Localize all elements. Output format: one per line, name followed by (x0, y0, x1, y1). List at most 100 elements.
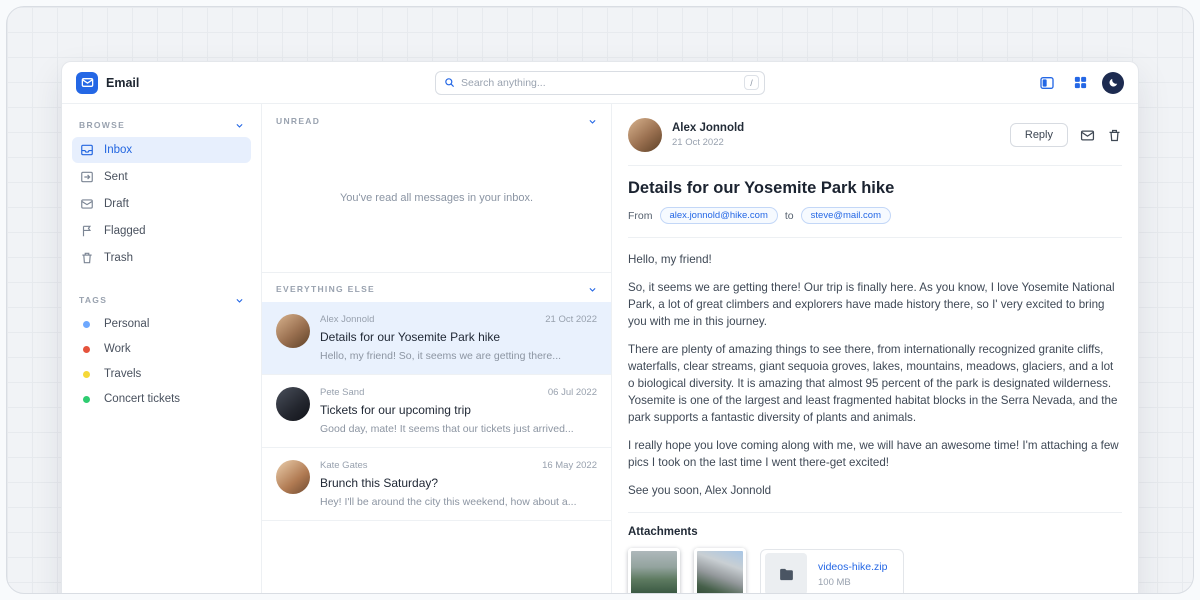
to-label: to (785, 210, 794, 222)
top-bar: Email / (62, 62, 1138, 104)
file-size: 100 MB (818, 577, 887, 588)
email-list-item[interactable]: Pete Sand 06 Jul 2022 Tickets for our up… (262, 375, 611, 448)
email-body-paragraph: There are plenty of amazing things to se… (628, 341, 1122, 426)
divider (628, 237, 1122, 238)
email-date: 16 May 2022 (542, 460, 597, 471)
email-subject: Tickets for our upcoming trip (320, 403, 597, 417)
email-sender: Pete Sand (320, 387, 364, 398)
email-subject-title: Details for our Yosemite Park hike (628, 179, 1122, 198)
email-preview: Good day, mate! It seems that our ticket… (320, 423, 597, 435)
chevron-down-icon (235, 121, 244, 130)
search-input[interactable] (461, 77, 738, 89)
sidebar-item-flagged[interactable]: Flagged (72, 218, 251, 244)
from-to-row: From alex.jonnold@hike.com to steve@mail… (628, 207, 1122, 224)
flag-icon (80, 224, 94, 238)
dark-mode-toggle[interactable] (1102, 72, 1124, 94)
folder-icon (765, 553, 807, 594)
email-logo-icon (76, 72, 98, 94)
email-actions: Reply (1010, 123, 1122, 147)
divider (628, 165, 1122, 166)
reply-button[interactable]: Reply (1010, 123, 1068, 147)
attachments-row: videos-hike.zip 100 MB (628, 548, 1122, 594)
tag-color-dot (83, 371, 90, 378)
email-list-item[interactable]: Alex Jonnold 21 Oct 2022 Details for our… (262, 302, 611, 375)
file-name: videos-hike.zip (818, 561, 887, 573)
trash-icon (80, 251, 94, 265)
sidebar-item-draft[interactable]: Draft (72, 191, 251, 217)
sidebar-item-label: Trash (104, 252, 133, 264)
email-app-window: Email / (61, 61, 1139, 594)
sender-name: Alex Jonnold (672, 122, 744, 134)
attachment-file-card[interactable]: videos-hike.zip 100 MB (760, 549, 904, 594)
tag-color-dot (83, 346, 90, 353)
browse-section-header: BROWSE (72, 116, 251, 136)
tag-item-travels[interactable]: Travels (72, 362, 251, 386)
mark-unread-button[interactable] (1080, 128, 1095, 143)
unread-collapse-button[interactable] (588, 117, 597, 126)
panel-toggle-button[interactable] (1036, 72, 1058, 94)
grid-icon (1073, 75, 1088, 90)
sender-info: Alex Jonnold 21 Oct 2022 (672, 122, 744, 148)
email-date: 21 Oct 2022 (545, 314, 597, 325)
email-sender: Alex Jonnold (320, 314, 374, 325)
email-subject: Brunch this Saturday? (320, 476, 597, 490)
tags-section: TAGS Personal Work (72, 291, 251, 411)
tags-collapse-button[interactable] (235, 296, 244, 305)
search-bar[interactable]: / (435, 71, 765, 95)
email-detail: Alex Jonnold 21 Oct 2022 Reply (612, 104, 1138, 594)
page-background: Email / (6, 6, 1194, 594)
tag-label: Personal (104, 318, 149, 330)
sidebar-item-label: Sent (104, 171, 128, 183)
sidebar: BROWSE Inbox (62, 104, 262, 594)
everything-else-section-header: EVERYTHING ELSE (262, 272, 611, 302)
from-email-chip[interactable]: alex.jonnold@hike.com (660, 207, 778, 224)
unread-empty-message: You've read all messages in your inbox. (262, 134, 611, 272)
tag-item-personal[interactable]: Personal (72, 312, 251, 336)
tags-label: TAGS (79, 295, 107, 305)
email-date: 06 Jul 2022 (548, 387, 597, 398)
everything-else-collapse-button[interactable] (588, 285, 597, 294)
from-label: From (628, 210, 653, 222)
brand: Email (76, 72, 139, 94)
search-shortcut-hint: / (744, 75, 759, 90)
tag-item-concert-tickets[interactable]: Concert tickets (72, 387, 251, 411)
avatar (628, 118, 662, 152)
panel-icon (1039, 75, 1055, 91)
email-body-paragraph: I really hope you love coming along with… (628, 437, 1122, 471)
tags-section-header: TAGS (72, 291, 251, 311)
email-summary: Kate Gates 16 May 2022 Brunch this Satur… (320, 460, 597, 508)
tag-item-work[interactable]: Work (72, 337, 251, 361)
to-email-chip[interactable]: steve@mail.com (801, 207, 891, 224)
email-detail-header: Alex Jonnold 21 Oct 2022 Reply (628, 118, 1122, 152)
apps-grid-button[interactable] (1069, 72, 1091, 94)
email-body-paragraph: See you soon, Alex Jonnold (628, 482, 1122, 499)
avatar (276, 460, 310, 494)
chevron-down-icon (235, 296, 244, 305)
chevron-down-icon (588, 285, 597, 294)
sent-icon (80, 170, 94, 184)
tag-color-dot (83, 396, 90, 403)
unread-section-header: UNREAD (262, 104, 611, 134)
attachment-image-1[interactable] (628, 548, 680, 594)
sidebar-item-trash[interactable]: Trash (72, 245, 251, 271)
envelope-icon (1080, 128, 1095, 143)
everything-else-label: EVERYTHING ELSE (276, 284, 375, 294)
delete-button[interactable] (1107, 128, 1122, 143)
sidebar-item-sent[interactable]: Sent (72, 164, 251, 190)
attachment-image-2[interactable] (694, 548, 746, 594)
sidebar-item-inbox[interactable]: Inbox (72, 137, 251, 163)
file-info: videos-hike.zip 100 MB (818, 561, 887, 588)
tag-label: Travels (104, 368, 141, 380)
main-area: BROWSE Inbox (62, 104, 1138, 594)
moon-icon (1108, 77, 1119, 88)
email-preview: Hey! I'll be around the city this weeken… (320, 496, 597, 508)
email-sender: Kate Gates (320, 460, 368, 471)
top-actions (1036, 72, 1124, 94)
message-list: UNREAD You've read all messages in your … (262, 104, 612, 594)
email-body: Hello, my friend! So, it seems we are ge… (628, 251, 1122, 499)
email-body-paragraph: So, it seems we are getting there! Our t… (628, 279, 1122, 330)
app-title: Email (106, 76, 139, 90)
browse-collapse-button[interactable] (235, 121, 244, 130)
email-list-item[interactable]: Kate Gates 16 May 2022 Brunch this Satur… (262, 448, 611, 521)
inbox-icon (80, 143, 94, 157)
